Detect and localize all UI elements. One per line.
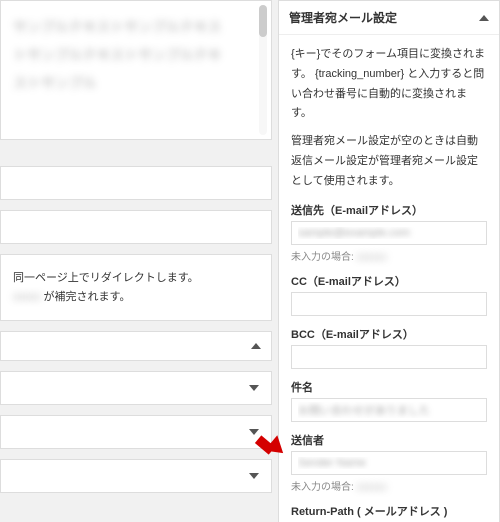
subject-input[interactable] — [291, 398, 487, 422]
cc-label: CC（E-mailアドレス） — [291, 273, 487, 289]
to-hint-prefix: 未入力の場合: — [291, 252, 357, 263]
panel-description-2: 管理者宛メール設定が空のときは自動返信メール設定が管理者宛メール設定として使用さ… — [291, 132, 487, 191]
left-expand-row-3[interactable] — [0, 459, 272, 493]
left-column: サンプルテキストサンプルテキストサンプルテキストサンプルテキストサンプル 同一ペ… — [0, 0, 278, 522]
to-hint: 未入力の場合: xxxxxx — [291, 248, 487, 263]
left-top-textarea-panel: サンプルテキストサンプルテキストサンプルテキストサンプルテキストサンプル — [0, 0, 272, 140]
textarea-scrollbar[interactable] — [259, 5, 267, 135]
chevron-down-icon — [249, 429, 259, 435]
redirect-line-2-blurred: xxxxx — [13, 291, 41, 303]
admin-mail-settings-body: {キー}でそのフォーム項目に変換されます。 {tracking_number} … — [279, 35, 499, 522]
chevron-down-icon — [249, 473, 259, 479]
sender-input[interactable] — [291, 451, 487, 475]
redirect-line-1: 同一ページ上でリダイレクトします。 — [13, 269, 259, 288]
admin-mail-settings-header[interactable]: 管理者宛メール設定 — [279, 1, 499, 35]
bcc-input[interactable] — [291, 345, 487, 369]
right-column: 管理者宛メール設定 {キー}でそのフォーム項目に変換されます。 {trackin… — [278, 0, 500, 522]
textarea-scrollbar-thumb[interactable] — [259, 5, 267, 37]
admin-mail-settings-panel: 管理者宛メール設定 {キー}でそのフォーム項目に変換されます。 {trackin… — [278, 0, 500, 522]
sender-hint: 未入力の場合: xxxxxx — [291, 478, 487, 493]
return-path-label: Return-Path ( メールアドレス ) — [291, 503, 487, 519]
to-hint-value: xxxxxx — [357, 252, 387, 263]
bcc-label: BCC（E-mailアドレス） — [291, 326, 487, 342]
redirect-line-2-tail: が補完されます。 — [41, 291, 131, 303]
redirect-info-panel: 同一ページ上でリダイレクトします。 xxxxx が補完されます。 — [0, 254, 272, 321]
left-expand-row-1[interactable] — [0, 371, 272, 405]
left-collapse-header[interactable] — [0, 331, 272, 361]
chevron-up-icon — [251, 343, 261, 349]
cc-input[interactable] — [291, 292, 487, 316]
chevron-down-icon — [249, 385, 259, 391]
subject-label: 件名 — [291, 379, 487, 395]
sender-hint-value: xxxxxx — [357, 482, 387, 493]
left-expand-row-2[interactable] — [0, 415, 272, 449]
chevron-up-icon — [479, 15, 489, 21]
left-input-row-1[interactable] — [0, 166, 272, 200]
left-input-row-2[interactable] — [0, 210, 272, 244]
sender-hint-prefix: 未入力の場合: — [291, 482, 357, 493]
left-top-blurred-text: サンプルテキストサンプルテキストサンプルテキストサンプルテキストサンプル — [13, 13, 233, 97]
panel-description-1: {キー}でそのフォーム項目に変換されます。 {tracking_number} … — [291, 45, 487, 124]
to-label: 送信先（E-mailアドレス） — [291, 202, 487, 218]
panel-title: 管理者宛メール設定 — [289, 9, 397, 26]
sender-label: 送信者 — [291, 432, 487, 448]
to-input[interactable] — [291, 221, 487, 245]
redirect-line-2: xxxxx が補完されます。 — [13, 288, 259, 307]
